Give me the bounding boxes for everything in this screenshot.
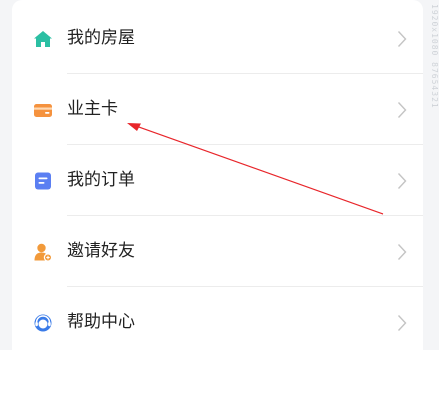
chevron-right-icon [397, 101, 407, 119]
menu-item-invite-friends[interactable]: 邀请好友 [12, 216, 423, 287]
chevron-right-icon [397, 243, 407, 261]
menu-item-owner-card[interactable]: 业主卡 [12, 74, 423, 145]
chevron-right-icon [397, 30, 407, 48]
help-center-icon [33, 313, 53, 333]
watermark: 1920x1080 87654321 [430, 4, 439, 109]
chevron-right-icon [397, 172, 407, 190]
menu-item-label: 邀请好友 [67, 241, 135, 261]
menu-item-my-house[interactable]: 我的房屋 [12, 3, 423, 74]
menu-item-help-center[interactable]: 帮助中心 [12, 287, 423, 358]
menu-item-label: 业主卡 [67, 99, 118, 119]
menu-item-label: 我的订单 [67, 170, 135, 190]
invite-friend-icon [33, 242, 53, 262]
home-icon [33, 29, 53, 49]
order-icon [33, 171, 53, 191]
menu-item-label: 我的房屋 [67, 28, 135, 48]
chevron-right-icon [397, 314, 407, 332]
menu-item-my-orders[interactable]: 我的订单 [12, 145, 423, 216]
card-icon [33, 100, 53, 120]
menu-item-label: 帮助中心 [67, 312, 135, 332]
bottom-area [0, 350, 439, 413]
